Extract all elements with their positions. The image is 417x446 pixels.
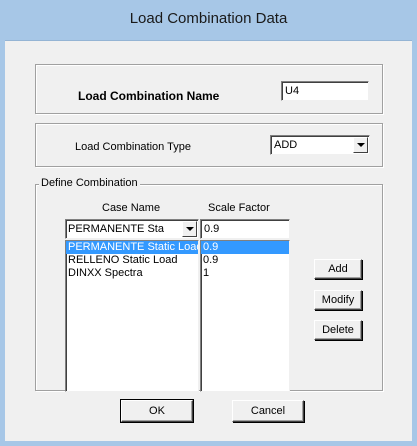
scale-factor-list[interactable]: 0.9 0.9 1 — [200, 240, 290, 392]
delete-button[interactable]: Delete — [314, 320, 362, 340]
dialog-body: Load Combination Name U4 Load Combinatio… — [5, 41, 412, 441]
case-name-value: PERMANENTE Sta — [68, 223, 164, 235]
case-name-select[interactable]: PERMANENTE Sta — [65, 219, 199, 239]
add-button[interactable]: Add — [314, 259, 362, 279]
define-combination-legend: Define Combination — [39, 177, 140, 189]
combination-name-input[interactable]: U4 — [281, 81, 369, 101]
list-item[interactable]: RELLENO Static Load — [66, 254, 198, 267]
list-item[interactable]: 1 — [201, 267, 289, 280]
list-item[interactable]: DINXX Spectra — [66, 267, 198, 280]
case-list[interactable]: PERMANENTE Static Load RELLENO Static Lo… — [65, 240, 199, 392]
chevron-down-icon[interactable] — [182, 221, 197, 237]
list-item[interactable]: 0.9 — [201, 254, 289, 267]
title-bar[interactable]: Load Combination Data — [0, 0, 417, 41]
combination-name-label: Load Combination Name — [78, 89, 220, 103]
combination-type-select[interactable]: ADD — [270, 135, 370, 155]
scale-factor-input[interactable]: 0.9 — [200, 219, 290, 239]
window-border-right — [412, 40, 417, 446]
combination-type-label: Load Combination Type — [75, 141, 191, 153]
cancel-button[interactable]: Cancel — [232, 400, 304, 422]
scale-factor-header: Scale Factor — [208, 202, 270, 214]
combination-type-value: ADD — [274, 139, 298, 151]
modify-button[interactable]: Modify — [314, 290, 362, 310]
window-border-bottom — [0, 441, 417, 446]
list-item[interactable]: 0.9 — [201, 241, 289, 254]
window-title: Load Combination Data — [129, 10, 288, 27]
case-name-header: Case Name — [102, 202, 161, 214]
chevron-down-icon[interactable] — [353, 137, 368, 153]
ok-button[interactable]: OK — [120, 399, 194, 423]
list-item[interactable]: PERMANENTE Static Load — [66, 241, 198, 254]
